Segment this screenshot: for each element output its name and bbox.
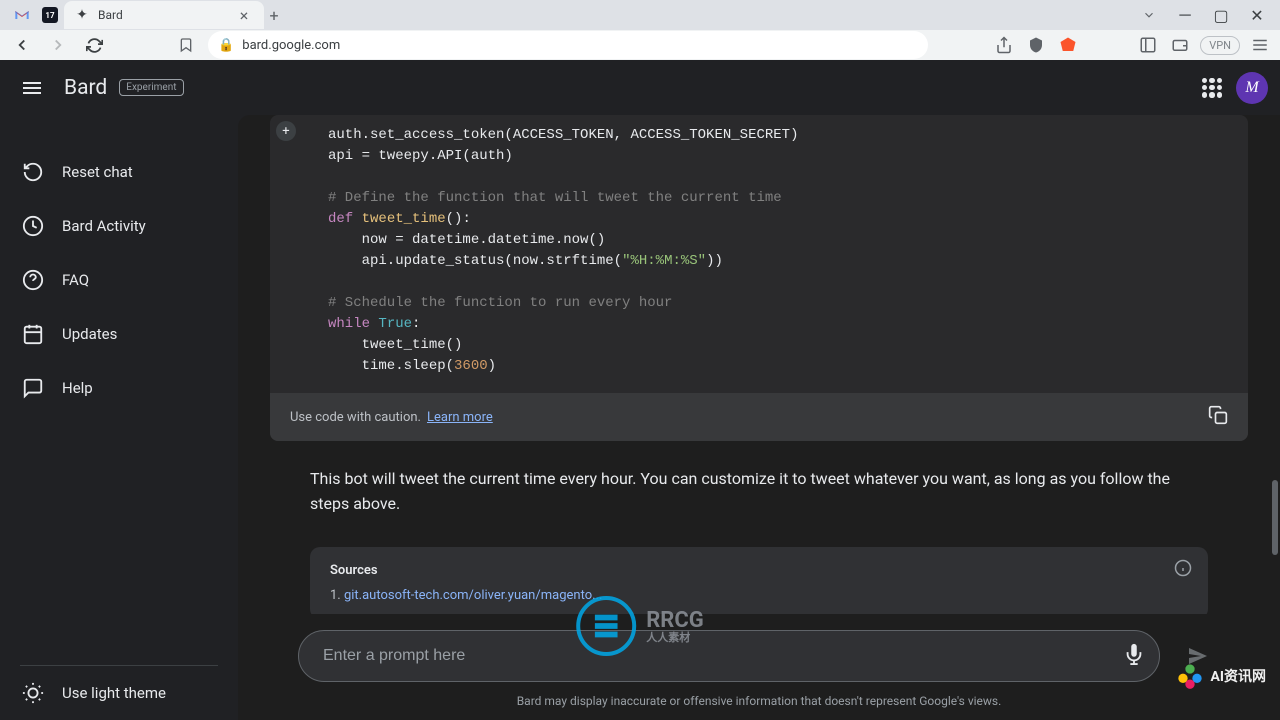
input-area: Bard may display inaccurate or offensive… (238, 614, 1280, 720)
disclaimer-text: Bard may display inaccurate or offensive… (298, 694, 1220, 708)
expand-icon[interactable]: + (276, 121, 296, 141)
dropdown-icon[interactable] (1134, 1, 1164, 29)
explanation-text: This bot will tweet the current time eve… (270, 449, 1248, 547)
scrollbar[interactable] (1272, 480, 1278, 555)
sidebar-item-label: Updates (62, 325, 117, 343)
bookmark-button[interactable] (172, 31, 200, 59)
new-tab-button[interactable]: + (264, 5, 284, 25)
pinned-tab-trading[interactable]: 17 (36, 1, 64, 29)
app-header: Bard Experiment M (0, 60, 1280, 115)
active-tab[interactable]: ✦ Bard × (64, 1, 264, 29)
sidebar-item-label: FAQ (62, 271, 89, 289)
prompt-input-container (298, 630, 1160, 682)
brave-icon[interactable] (1056, 33, 1080, 57)
forward-button[interactable] (44, 31, 72, 59)
sidebar-item-help[interactable]: Help (0, 361, 238, 415)
sidebar-item-reset[interactable]: Reset chat (0, 145, 238, 199)
sidebar-item-updates[interactable]: Updates (0, 307, 238, 361)
wallet-icon[interactable] (1168, 33, 1192, 57)
sources-title: Sources (330, 563, 1188, 578)
maximize-button[interactable]: ▢ (1206, 1, 1236, 29)
sidebar-item-activity[interactable]: Bard Activity (0, 199, 238, 253)
sidebar-item-label: Help (62, 379, 93, 397)
source-item: 1. git.autosoft-tech.com/oliver.yuan/mag… (330, 588, 1188, 603)
sidebar-item-faq[interactable]: FAQ (0, 253, 238, 307)
apps-grid-icon[interactable] (1202, 78, 1222, 98)
experiment-badge: Experiment (119, 79, 183, 96)
info-icon[interactable] (1174, 559, 1192, 581)
caution-text: Use code with caution. (290, 410, 421, 425)
source-link[interactable]: git.autosoft-tech.com/oliver.yuan/magent… (344, 588, 602, 603)
back-button[interactable] (8, 31, 36, 59)
copy-button[interactable] (1208, 405, 1228, 429)
menu-icon[interactable] (1248, 33, 1272, 57)
lock-icon: 🔒 (218, 38, 234, 53)
sparkle-icon: ✦ (74, 7, 90, 23)
tab-bar: 17 ✦ Bard × + ─ ▢ ✕ (0, 0, 1280, 30)
theme-toggle[interactable]: Use light theme (0, 666, 238, 720)
mic-button[interactable] (1123, 643, 1145, 669)
prompt-input[interactable] (323, 647, 1123, 665)
browser-toolbar: 🔒 bard.google.com VPN (0, 30, 1280, 60)
tab-title: Bard (98, 8, 226, 22)
logo: Bard (64, 76, 107, 100)
close-icon[interactable]: × (234, 5, 254, 25)
pinned-tab-gmail[interactable] (8, 1, 36, 29)
hamburger-menu[interactable] (12, 68, 52, 108)
main-content: + auth.set_access_token(ACCESS_TOKEN, AC… (238, 115, 1280, 720)
vpn-button[interactable]: VPN (1200, 36, 1240, 55)
sources-panel: Sources 1. git.autosoft-tech.com/oliver.… (310, 547, 1208, 619)
minimize-button[interactable]: ─ (1170, 1, 1200, 29)
browser-chrome: 17 ✦ Bard × + ─ ▢ ✕ 🔒 bard.google.com (0, 0, 1280, 60)
learn-more-link[interactable]: Learn more (427, 410, 493, 425)
code-footer: Use code with caution. Learn more (270, 393, 1248, 441)
sidebar-item-label: Reset chat (62, 163, 133, 181)
shield-icon[interactable] (1024, 33, 1048, 57)
sidebar-item-label: Bard Activity (62, 217, 146, 235)
send-button[interactable] (1176, 634, 1220, 678)
avatar[interactable]: M (1236, 72, 1268, 104)
url-bar[interactable]: 🔒 bard.google.com (208, 31, 928, 59)
sidebar: Reset chat Bard Activity FAQ Updates Hel… (0, 115, 238, 720)
sidebar-icon[interactable] (1136, 33, 1160, 57)
reload-button[interactable] (80, 31, 108, 59)
close-window-button[interactable]: ✕ (1242, 1, 1272, 29)
share-icon[interactable] (992, 33, 1016, 57)
code-block: + auth.set_access_token(ACCESS_TOKEN, AC… (270, 115, 1248, 441)
theme-toggle-label: Use light theme (62, 684, 166, 702)
code-content: auth.set_access_token(ACCESS_TOKEN, ACCE… (270, 125, 1248, 393)
url-text: bard.google.com (242, 38, 340, 53)
